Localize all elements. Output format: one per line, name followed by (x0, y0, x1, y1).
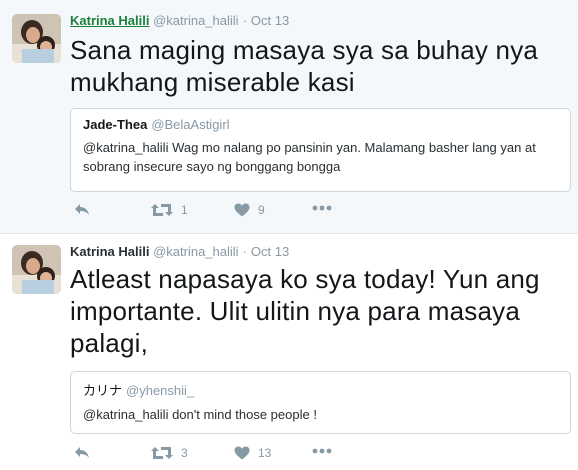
heart-icon (234, 446, 250, 460)
timestamp[interactable]: Oct 13 (251, 13, 289, 28)
tweet[interactable]: Katrina Halili @katrina_halili · Oct 13 Sa… (0, 0, 578, 234)
quoted-tweet-header: Jade-Thea @BelaAstigirl (83, 117, 558, 132)
quoted-tweet-text: @katrina_halili don't mind those people … (83, 407, 317, 422)
retweet-icon (151, 446, 173, 460)
avatar[interactable] (12, 14, 61, 63)
reply-icon (74, 446, 90, 460)
retweet-count: 1 (181, 203, 188, 217)
tweet-text: Sana maging masaya sya sa buhay nya mukh… (70, 35, 539, 97)
like-button[interactable]: 9 (234, 203, 265, 217)
separator-dot: · (242, 13, 247, 28)
quoted-username: @yhenshii_ (126, 383, 195, 398)
quoted-tweet-header: カリナ @yhenshii_ (83, 380, 558, 399)
quoted-tweet[interactable]: カリナ @yhenshii_ @katrina_halili don't mind… (70, 371, 571, 434)
tweet[interactable]: Katrina Halili @katrina_halili · Oct 13 At… (0, 234, 578, 470)
more-button[interactable] (312, 448, 332, 454)
more-icon (312, 448, 332, 454)
retweet-icon (151, 203, 173, 217)
tweet-text: Atleast napasaya ko sya today! Yun ang i… (70, 264, 540, 358)
retweet-count: 3 (181, 446, 188, 460)
reply-button[interactable] (74, 203, 90, 217)
username[interactable]: @katrina_halili (153, 244, 238, 259)
quoted-tweet-text: @katrina_halili Wag mo nalang po pansini… (83, 140, 536, 174)
more-icon (312, 205, 332, 211)
tweet-header: Katrina Halili @katrina_halili · Oct 13 (70, 244, 289, 259)
retweet-button[interactable]: 3 (151, 446, 188, 460)
like-button[interactable]: 13 (234, 446, 271, 460)
separator-dot: · (242, 244, 247, 259)
tweet-header: Katrina Halili @katrina_halili · Oct 13 (70, 13, 289, 28)
quoted-display-name: Jade-Thea (83, 117, 148, 132)
display-name[interactable]: Katrina Halili (70, 244, 149, 259)
username[interactable]: @katrina_halili (153, 13, 238, 28)
retweet-button[interactable]: 1 (151, 203, 188, 217)
reply-button[interactable] (74, 446, 90, 460)
quoted-display-name: カリナ (83, 383, 123, 398)
quoted-username: @BelaAstigirl (151, 117, 230, 132)
like-count: 9 (258, 203, 265, 217)
display-name[interactable]: Katrina Halili (70, 13, 149, 28)
quoted-tweet[interactable]: Jade-Thea @BelaAstigirl @katrina_halili W… (70, 108, 571, 192)
heart-icon (234, 203, 250, 217)
reply-icon (74, 203, 90, 217)
timestamp[interactable]: Oct 13 (251, 244, 289, 259)
like-count: 13 (258, 446, 272, 460)
more-button[interactable] (312, 205, 332, 211)
avatar[interactable] (12, 245, 61, 294)
